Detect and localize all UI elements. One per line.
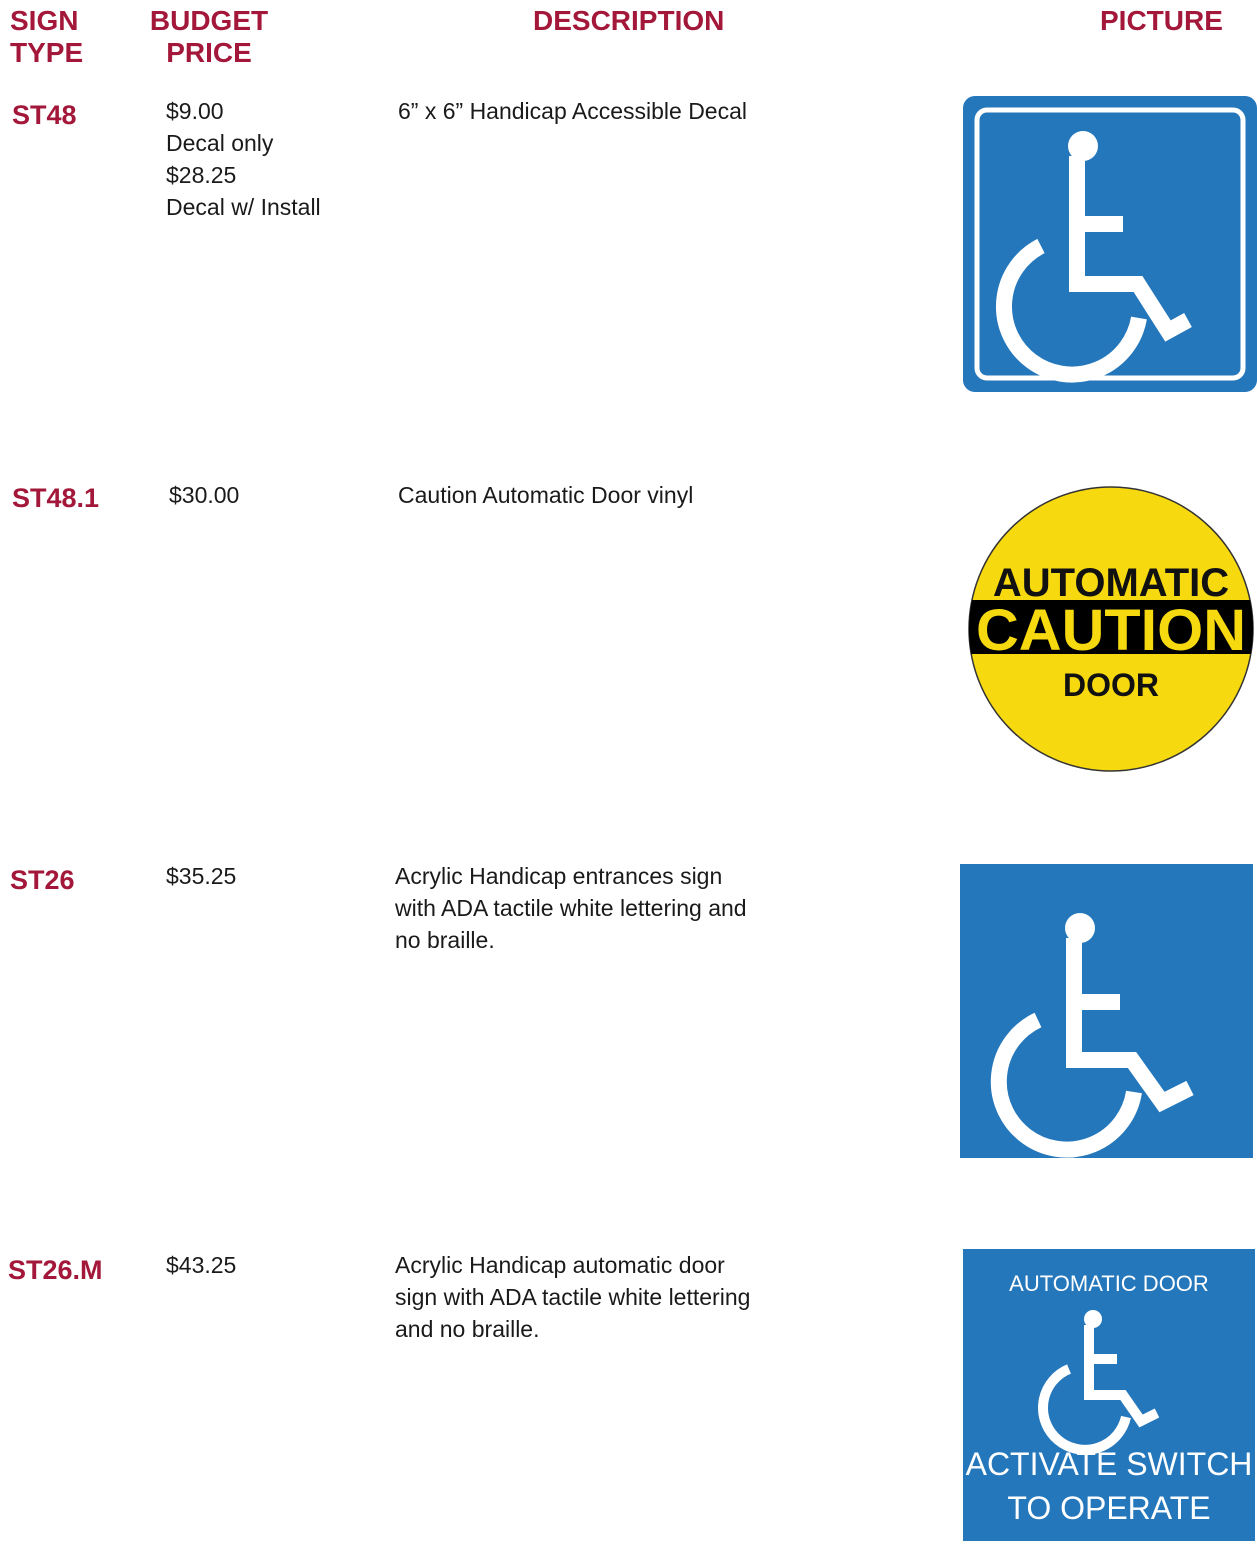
row-1-description: 6” x 6” Handicap Accessible Decal — [398, 95, 747, 127]
row-1-price-line: $28.25 — [166, 162, 237, 188]
row-3-price-line: $35.25 — [166, 863, 237, 889]
row-3-description-line: Acrylic Handicap entrances sign — [395, 863, 723, 889]
caution-text-middle: CAUTION — [976, 598, 1246, 663]
header-sign-type-line-1: SIGN — [10, 5, 79, 36]
accessibility-sign-image — [960, 864, 1253, 1158]
row-4-description-line: and no braille. — [395, 1316, 540, 1342]
automatic-door-sign-image: AUTOMATIC DOOR ACTIVATE SWITCH TO OPERAT… — [963, 1249, 1255, 1541]
row-1-price-line: Decal only — [166, 130, 274, 156]
row-1-sign-type: ST48 — [12, 100, 77, 130]
row-2-sign-type: ST48.1 — [12, 483, 100, 513]
row-2-picture: AUTOMATIC CAUTION DOOR — [968, 486, 1254, 772]
row-1-price: $9.00 Decal only $28.25 Decal w/ Install — [166, 95, 321, 223]
row-4-description-line: Acrylic Handicap automatic door — [395, 1252, 725, 1278]
row-3-description: Acrylic Handicap entrances sign with ADA… — [395, 860, 747, 956]
row-4-sign-type: ST26.M — [8, 1255, 103, 1285]
row-4-price: $43.25 — [166, 1249, 236, 1281]
caution-automatic-door-image: AUTOMATIC CAUTION DOOR — [968, 486, 1254, 772]
row-1-price-line: Decal w/ Install — [166, 194, 321, 220]
row-4-description-line: sign with ADA tactile white lettering — [395, 1284, 751, 1310]
to-operate-text: TO OPERATE — [1007, 1490, 1210, 1526]
row-1-description-line: 6” x 6” Handicap Accessible Decal — [398, 98, 747, 124]
row-2-description-line: Caution Automatic Door vinyl — [398, 482, 694, 508]
row-3-picture — [960, 864, 1253, 1158]
row-2-price-line: $30.00 — [169, 482, 240, 508]
caution-text-bottom: DOOR — [1063, 667, 1159, 703]
header-sign-type-line-2: TYPE — [10, 37, 84, 68]
accessibility-decal-image — [963, 96, 1257, 392]
header-budget-price-line-2: PRICE — [166, 37, 252, 68]
row-4-price-line: $43.25 — [166, 1252, 237, 1278]
header-budget-price: BUDGET PRICE — [145, 5, 273, 69]
row-3-sign-type: ST26 — [10, 865, 75, 895]
header-description: DESCRIPTION — [533, 5, 725, 36]
row-2-description: Caution Automatic Door vinyl — [398, 479, 693, 511]
row-4-picture: AUTOMATIC DOOR ACTIVATE SWITCH TO OPERAT… — [963, 1249, 1255, 1541]
activate-switch-text: ACTIVATE SWITCH — [966, 1446, 1253, 1482]
header-picture: PICTURE — [1100, 5, 1223, 36]
automatic-door-text: AUTOMATIC DOOR — [1009, 1271, 1209, 1296]
row-1-picture — [963, 96, 1257, 392]
row-3-description-line: with ADA tactile white lettering and — [395, 895, 747, 921]
row-3-description-line: no braille. — [395, 927, 495, 953]
row-1-price-line: $9.00 — [166, 98, 224, 124]
row-2-price: $30.00 — [169, 479, 239, 511]
row-4-description: Acrylic Handicap automatic door sign wit… — [395, 1249, 750, 1345]
header-sign-type: SIGN TYPE — [10, 5, 83, 69]
header-budget-price-line-1: BUDGET — [149, 5, 269, 36]
row-3-price: $35.25 — [166, 860, 236, 892]
